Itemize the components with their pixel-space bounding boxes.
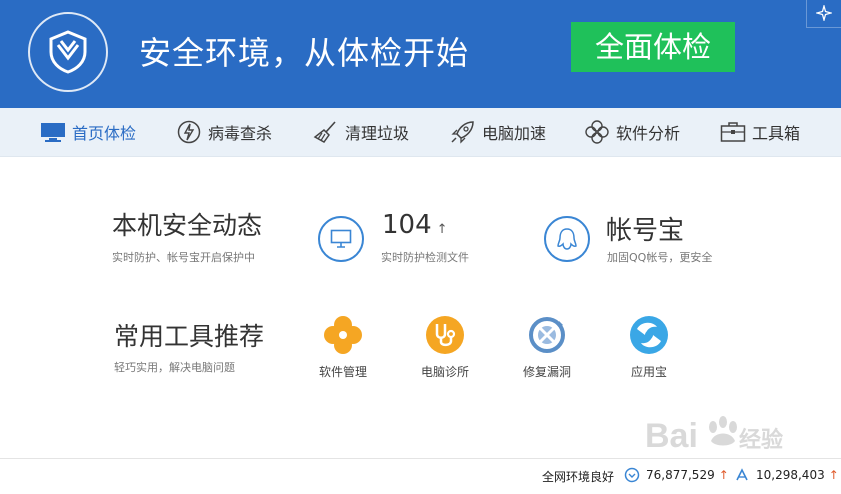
monitor-icon bbox=[40, 119, 66, 145]
nav-label: 病毒查杀 bbox=[208, 124, 273, 143]
tool-label: 软件管理 bbox=[318, 365, 367, 379]
software-manager-icon bbox=[323, 315, 363, 355]
shield-logo-icon bbox=[28, 12, 108, 92]
skin-button[interactable] bbox=[806, 0, 841, 28]
count2-value: 10,298,403 bbox=[756, 468, 825, 482]
count1-trend-arrow: ↑ bbox=[718, 468, 729, 482]
files-count-value: 104 bbox=[382, 210, 432, 240]
nav-label: 工具箱 bbox=[752, 124, 801, 143]
svg-text:经验: 经验 bbox=[739, 427, 783, 452]
defense-count-icon bbox=[734, 467, 750, 487]
sparkle-icon bbox=[816, 5, 832, 21]
rocket-icon bbox=[450, 119, 476, 145]
toolbox-icon bbox=[720, 119, 746, 145]
security-status-subtitle: 实时防护、帐号宝开启保护中 bbox=[112, 251, 255, 264]
main-nav: 首页体检 病毒查杀 清理垃圾 电脑加速 软件分析 工具箱 bbox=[0, 108, 841, 157]
nav-label: 软件分析 bbox=[616, 124, 681, 143]
app-store-icon bbox=[629, 315, 669, 355]
nav-label: 电脑加速 bbox=[482, 124, 547, 143]
count2-trend-arrow: ↑ bbox=[828, 468, 839, 482]
tool-app-store[interactable]: 应用宝 bbox=[614, 315, 684, 380]
tool-software-manager[interactable]: 软件管理 bbox=[308, 315, 378, 380]
files-trend-arrow: ↑ bbox=[436, 222, 448, 237]
tool-fix-vulnerabilities[interactable]: 修复漏洞 bbox=[512, 315, 582, 380]
nav-label: 清理垃圾 bbox=[345, 124, 410, 143]
nav-item-clean-junk[interactable]: 清理垃圾 bbox=[313, 108, 409, 156]
defended-count: 10,298,403 ↑ bbox=[756, 468, 839, 482]
nav-item-toolbox[interactable]: 工具箱 bbox=[720, 108, 800, 156]
protected-files-count: 104 ↑ bbox=[382, 210, 448, 240]
nav-item-home-checkup[interactable]: 首页体检 bbox=[40, 108, 136, 156]
tool-label: 应用宝 bbox=[630, 365, 667, 379]
recommended-tools-title: 常用工具推荐 bbox=[114, 322, 265, 351]
fan-icon bbox=[584, 119, 610, 145]
security-status-title: 本机安全动态 bbox=[112, 211, 263, 240]
status-bar: 全网环境良好 76,877,529 ↑ 10,298,403 ↑ bbox=[0, 458, 841, 494]
header-slogan: 安全环境，从体检开始 bbox=[139, 34, 470, 72]
tool-label: 电脑诊所 bbox=[420, 365, 469, 379]
account-guard-label: 加固QQ帐号，更安全 bbox=[607, 251, 713, 264]
broom-icon bbox=[313, 119, 339, 145]
account-guard-title: 帐号宝 bbox=[606, 216, 685, 246]
tool-pc-clinic[interactable]: 电脑诊所 bbox=[410, 315, 480, 380]
count1-value: 76,877,529 bbox=[646, 468, 715, 482]
nav-label: 首页体检 bbox=[72, 124, 137, 143]
recommended-tools-subtitle: 轻巧实用，解决电脑问题 bbox=[114, 361, 235, 374]
nav-item-virus-scan[interactable]: 病毒查杀 bbox=[176, 108, 272, 156]
tool-label: 修复漏洞 bbox=[522, 365, 571, 379]
svg-text:Bai: Bai bbox=[645, 417, 698, 455]
nav-item-speed-up[interactable]: 电脑加速 bbox=[450, 108, 546, 156]
protected-users-count: 76,877,529 ↑ bbox=[646, 468, 729, 482]
nav-item-software-analysis[interactable]: 软件分析 bbox=[584, 108, 680, 156]
lightning-icon bbox=[176, 119, 202, 145]
stethoscope-icon bbox=[425, 315, 465, 355]
network-status-text: 全网环境良好 bbox=[542, 470, 615, 484]
penguin-account-icon[interactable] bbox=[544, 216, 590, 262]
patch-icon bbox=[527, 315, 567, 355]
protected-files-label: 实时防护检测文件 bbox=[381, 251, 469, 264]
baidu-jingyan-watermark: Bai 经验 bbox=[645, 405, 805, 464]
header-banner: 安全环境，从体检开始 全面体检 bbox=[0, 0, 841, 108]
monitor-circle-icon[interactable] bbox=[318, 216, 364, 262]
cloud-users-icon bbox=[624, 467, 640, 487]
full-checkup-button[interactable]: 全面体检 bbox=[571, 22, 735, 72]
